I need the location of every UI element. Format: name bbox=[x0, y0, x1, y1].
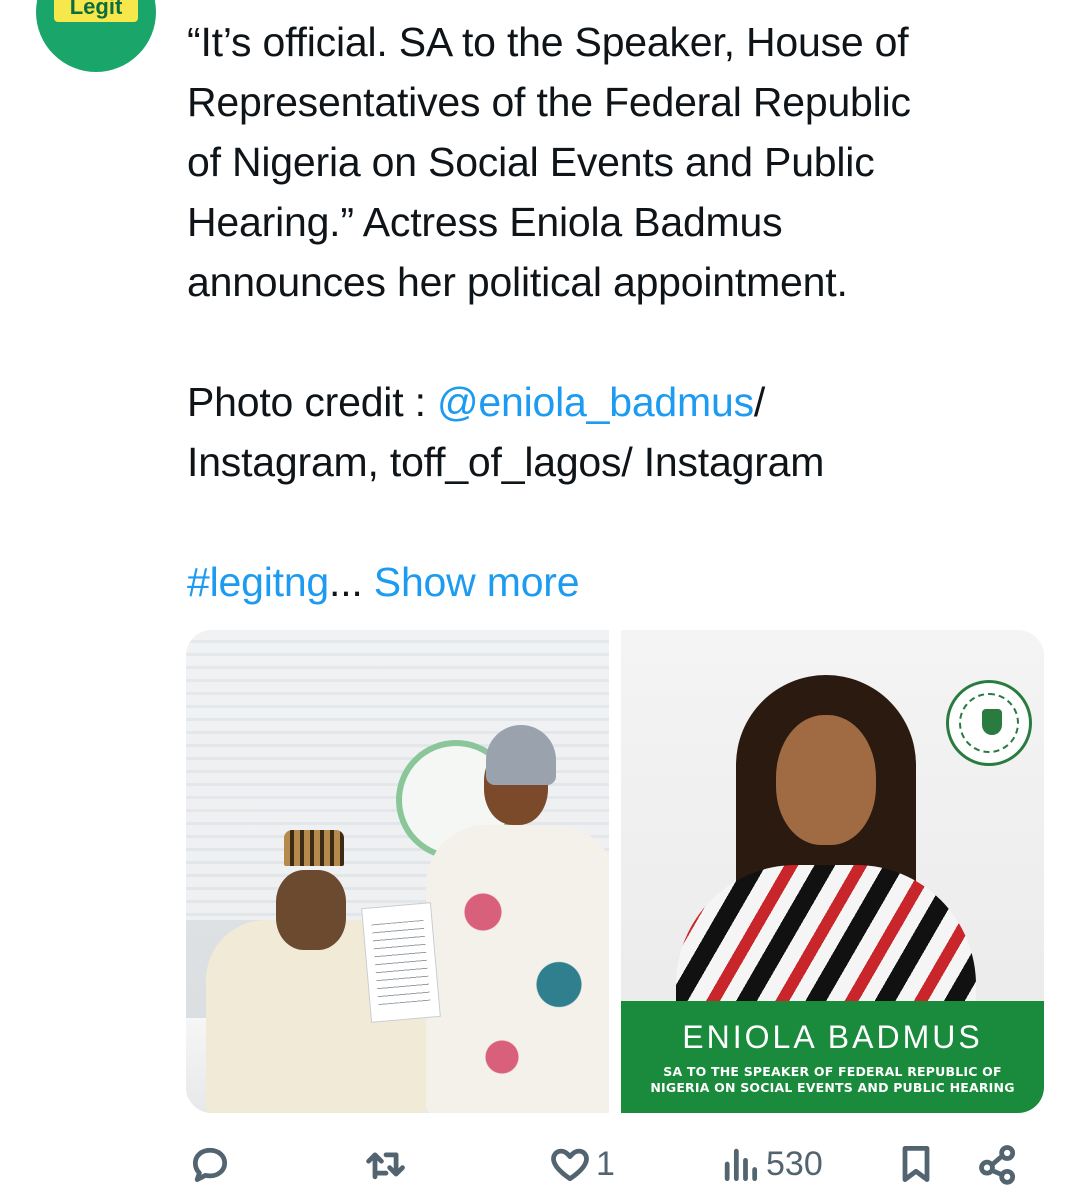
share-button[interactable] bbox=[976, 1142, 1020, 1186]
tweet-page: Legit “It’s official. SA to the Speaker,… bbox=[0, 0, 1076, 1192]
bookmark-button[interactable] bbox=[894, 1142, 938, 1186]
retweet-icon bbox=[366, 1152, 405, 1180]
tweet-line: of Nigeria on Social Events and Public bbox=[187, 139, 875, 185]
banner-subtitle: SA TO THE SPEAKER OF FEDERAL REPUBLIC OF… bbox=[650, 1064, 1014, 1096]
banner-name: ENIOLA BADMUS bbox=[682, 1018, 983, 1055]
name-banner: ENIOLA BADMUS SA TO THE SPEAKER OF FEDER… bbox=[621, 1001, 1044, 1113]
tweet-line: “It’s official. SA to the Speaker, House… bbox=[187, 19, 909, 65]
photo-credit-line-2: Instagram, toff_of_lagos/ Instagram bbox=[187, 439, 825, 485]
photo-signing[interactable] bbox=[186, 630, 609, 1113]
heart-icon bbox=[551, 1148, 589, 1182]
views-button[interactable]: 530 bbox=[718, 1142, 823, 1186]
like-button[interactable]: 1 bbox=[548, 1142, 615, 1186]
like-count: 1 bbox=[596, 1144, 615, 1183]
tweet-text: “It’s official. SA to the Speaker, House… bbox=[187, 12, 1047, 612]
bookmark-icon bbox=[902, 1146, 930, 1182]
tweet-line: Representatives of the Federal Republic bbox=[187, 79, 911, 125]
retweet-button[interactable] bbox=[364, 1142, 412, 1186]
banner-subtitle-line: SA TO THE SPEAKER OF FEDERAL REPUBLIC OF bbox=[663, 1063, 1002, 1079]
media-grid: ENIOLA BADMUS SA TO THE SPEAKER OF FEDER… bbox=[186, 630, 1044, 1113]
avatar[interactable]: Legit bbox=[36, 0, 156, 72]
tweet-line: Hearing.” Actress Eniola Badmus bbox=[187, 199, 783, 245]
reply-button[interactable] bbox=[188, 1142, 236, 1186]
analytics-icon bbox=[724, 1148, 758, 1182]
share-icon bbox=[979, 1145, 1016, 1185]
action-bar: 1 530 bbox=[186, 1142, 1046, 1192]
photo-credit-line: Photo credit : @eniola_badmus/ bbox=[187, 372, 1047, 432]
photo-announcement[interactable]: ENIOLA BADMUS SA TO THE SPEAKER OF FEDER… bbox=[621, 630, 1044, 1113]
views-count: 530 bbox=[766, 1144, 823, 1183]
mention-link[interactable]: @eniola_badmus bbox=[437, 379, 754, 425]
credit-prefix: Photo credit : bbox=[187, 379, 437, 425]
show-more-link[interactable]: Show more bbox=[374, 559, 580, 605]
reply-icon bbox=[192, 1147, 228, 1182]
portrait bbox=[666, 675, 996, 1015]
hashtag-link[interactable]: #legitng bbox=[187, 559, 329, 605]
woman-figure bbox=[416, 725, 609, 1113]
banner-subtitle-line: NIGERIA ON SOCIAL EVENTS AND PUBLIC HEAR… bbox=[650, 1079, 1015, 1095]
hashtag-line: #legitng... Show more bbox=[187, 552, 1047, 612]
credit-slash: / bbox=[753, 379, 766, 425]
appointment-letter bbox=[361, 902, 441, 1023]
legit-logo: Legit bbox=[54, 0, 138, 22]
ellipsis: ... bbox=[329, 559, 374, 605]
tweet-line: announces her political appointment. bbox=[187, 259, 848, 305]
